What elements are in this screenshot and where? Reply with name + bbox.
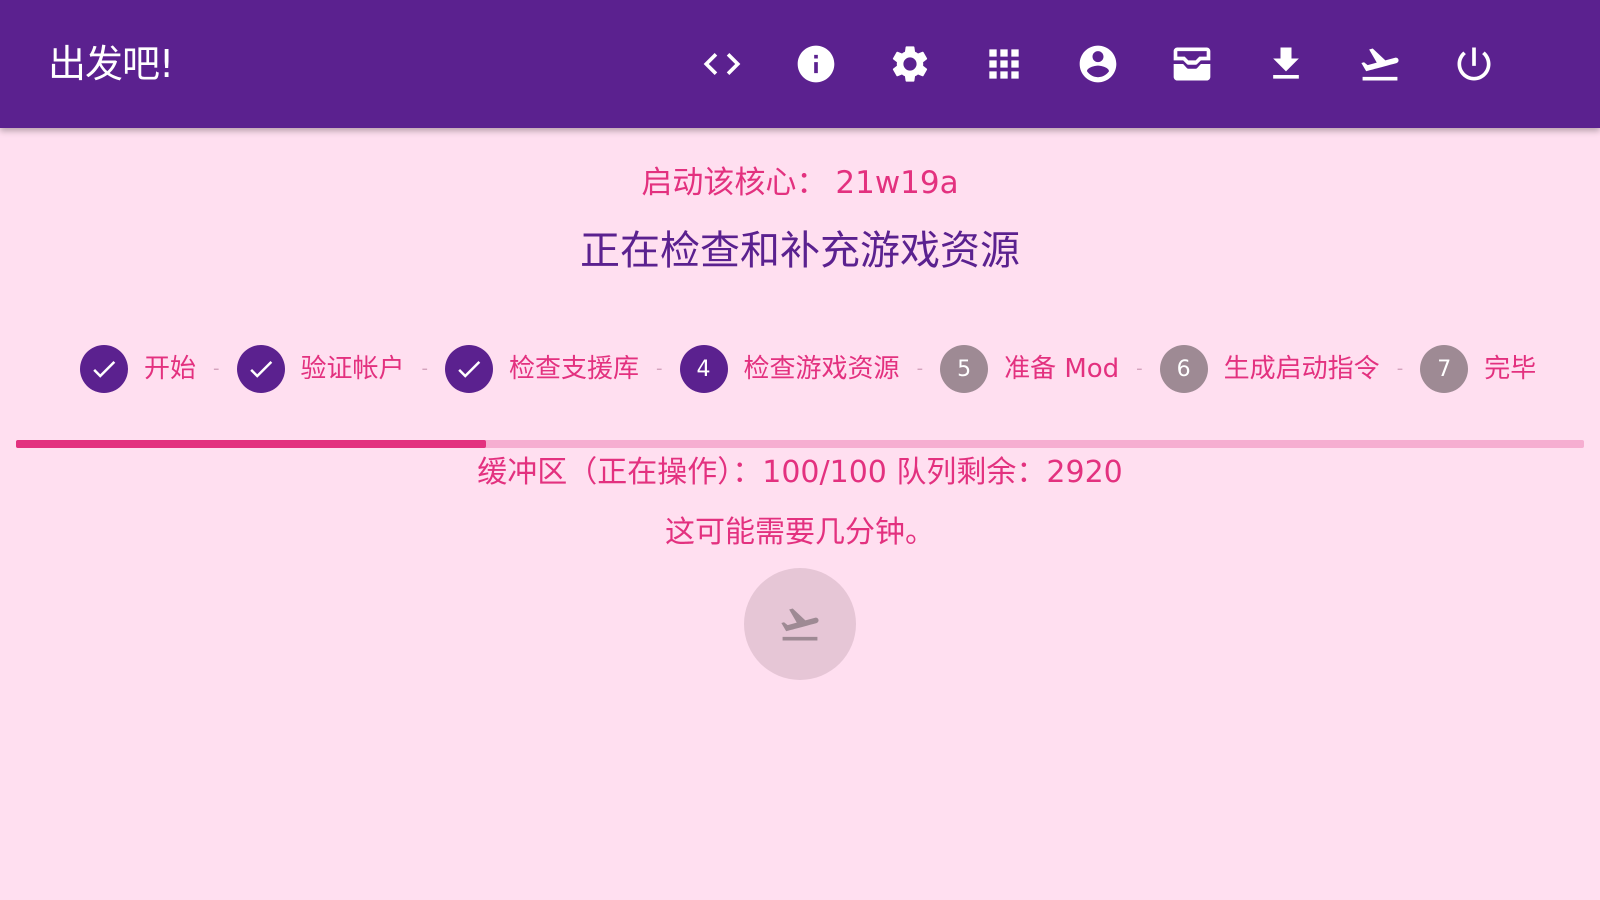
step-label: 准备 Mod: [1004, 354, 1120, 384]
step-label: 检查游戏资源: [743, 354, 900, 384]
status-heading: 正在检查和补充游戏资源: [580, 228, 1020, 274]
app-title: 出发吧!: [48, 42, 174, 86]
step-check-icon: [445, 345, 494, 393]
power-button[interactable]: [1450, 40, 1498, 88]
account-icon: [1079, 45, 1117, 83]
info-icon: [797, 45, 835, 83]
tray-button[interactable]: [1168, 40, 1216, 88]
step-separator: -: [656, 358, 663, 379]
step-number: 5: [940, 345, 989, 393]
step-check-icon: [80, 345, 128, 393]
step-label: 完毕: [1484, 354, 1537, 384]
launch-button[interactable]: [744, 568, 856, 680]
apps-grid-icon: [989, 49, 1019, 79]
step-2: 验证帐户: [236, 345, 405, 393]
step-label: 生成启动指令: [1223, 354, 1380, 384]
download-button[interactable]: [1262, 40, 1310, 88]
power-icon: [1457, 47, 1491, 81]
info-button[interactable]: [792, 40, 840, 88]
apps-button[interactable]: [980, 40, 1028, 88]
step-3: 检查支援库: [445, 345, 639, 393]
step-number: 6: [1159, 345, 1208, 393]
code-icon: [703, 53, 741, 75]
settings-button[interactable]: [886, 40, 934, 88]
core-version: 21w19a: [835, 165, 959, 201]
step-7: 7 完毕: [1420, 345, 1536, 393]
launch-toolbar-button[interactable]: [1356, 40, 1404, 88]
account-button[interactable]: [1074, 40, 1122, 88]
progress-bar: [16, 440, 1584, 448]
launch-stepper: 开始 - 验证帐户 - 检查支援库 -4 检查游戏资源 -5 准备 Mod -6 生成启动指令 -7 完…: [80, 345, 1540, 393]
download-icon: [1273, 47, 1299, 79]
code-button[interactable]: [698, 40, 746, 88]
step-label: 开始: [144, 354, 197, 384]
flight-takeoff-icon: [1361, 48, 1399, 81]
step-5: 5 准备 Mod: [940, 345, 1119, 393]
step-separator: -: [1396, 358, 1404, 379]
inbox-tray-icon: [1173, 47, 1211, 81]
step-6: 6 生成启动指令: [1159, 345, 1380, 393]
step-separator: -: [213, 358, 220, 379]
step-number: 7: [1420, 345, 1469, 393]
flight-takeoff-icon: [781, 608, 819, 641]
step-4: 4 检查游戏资源: [679, 345, 900, 393]
step-number: 4: [679, 345, 728, 393]
step-label: 检查支援库: [509, 354, 640, 384]
step-1: 开始: [80, 345, 196, 393]
wait-hint: 这可能需要几分钟。: [665, 515, 935, 550]
settings-icon: [892, 46, 928, 82]
app-bar: 出发吧!: [0, 0, 1600, 128]
buffer-status: 缓冲区（正在操作）：100/100 队列剩余：2920: [477, 455, 1123, 490]
step-check-icon: [236, 345, 285, 393]
progress-bar-fill: [16, 440, 487, 448]
step-separator: -: [916, 358, 924, 379]
core-label: 启动该核心：: [641, 165, 828, 201]
core-version-line: 启动该核心： 21w19a: [0, 163, 1600, 203]
step-label: 验证帐户: [300, 354, 405, 384]
step-separator: -: [421, 358, 429, 379]
step-separator: -: [1136, 358, 1143, 379]
